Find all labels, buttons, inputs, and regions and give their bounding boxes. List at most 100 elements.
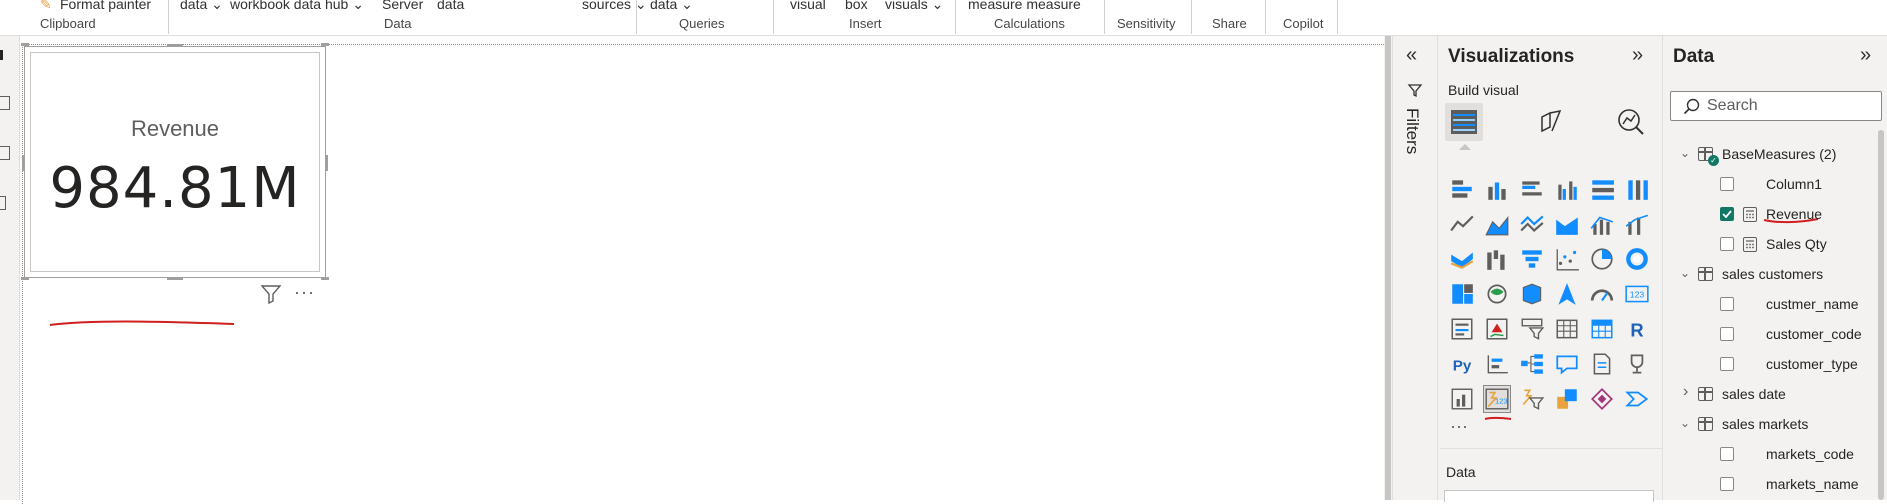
field-node[interactable]: markets_code [1680, 444, 1885, 466]
kpi-icon[interactable] [1484, 316, 1510, 342]
azure-map-icon[interactable] [1554, 281, 1580, 307]
build-visual-tab[interactable] [1445, 103, 1483, 141]
field-checkbox[interactable] [1720, 477, 1734, 491]
smart-narrative-icon[interactable] [1589, 351, 1615, 377]
table-icon[interactable] [1554, 316, 1580, 342]
clustered-column-chart-icon[interactable] [1554, 176, 1580, 202]
ribbon-fragment[interactable]: box [845, 0, 868, 12]
resize-handle[interactable] [21, 43, 29, 46]
field-well[interactable] [1444, 490, 1654, 502]
resize-handle[interactable] [21, 277, 29, 280]
more-visuals-ellipsis[interactable]: ··· [1450, 416, 1468, 437]
table-node[interactable]: › sales date [1680, 383, 1885, 406]
card-icon[interactable]: 123 [1624, 281, 1650, 307]
waterfall-chart-icon[interactable] [1484, 246, 1510, 272]
field-checkbox[interactable] [1720, 447, 1734, 461]
stacked-area-chart-icon[interactable] [1519, 211, 1545, 237]
resize-handle[interactable] [321, 277, 329, 280]
multi-row-card-icon[interactable] [1449, 316, 1475, 342]
field-node[interactable]: Column1 [1680, 174, 1885, 196]
table-view-icon[interactable] [0, 96, 10, 110]
table-node[interactable]: ⌄ sales customers [1680, 264, 1885, 286]
field-node[interactable]: Revenue [1680, 204, 1885, 226]
funnel-chart-icon[interactable] [1519, 246, 1545, 272]
search-input[interactable] [1707, 97, 1867, 115]
field-node[interactable]: custmer_name [1680, 294, 1885, 316]
r-visual-icon[interactable]: R [1624, 316, 1650, 342]
visual-filter-icon[interactable] [260, 284, 282, 304]
ribbon-fragment[interactable]: data ⌄ [650, 0, 693, 13]
filters-pane[interactable] [1392, 36, 1438, 500]
report-view-icon[interactable] [0, 50, 3, 60]
resize-handle[interactable] [321, 43, 329, 46]
map-icon[interactable] [1484, 281, 1510, 307]
field-node[interactable]: customer_type [1680, 354, 1885, 376]
resize-handle[interactable] [167, 44, 183, 47]
format-painter-icon[interactable]: ✎ [40, 0, 52, 13]
power-automate-icon[interactable] [1589, 386, 1615, 412]
chevron-right-icon[interactable]: › [1683, 383, 1688, 401]
ribbon-fragment[interactable]: Format painter [60, 0, 151, 12]
model-view-icon[interactable] [0, 146, 10, 160]
power-apps-icon[interactable] [1554, 386, 1580, 412]
100-stacked-column-chart-icon[interactable] [1624, 176, 1650, 202]
stacked-bar-chart-icon[interactable] [1449, 176, 1475, 202]
collapse-data-icon[interactable]: » [1860, 44, 1871, 67]
field-checkbox[interactable] [1720, 237, 1734, 251]
clustered-bar-chart-icon[interactable] [1519, 176, 1545, 202]
ribbon-chart-icon[interactable] [1449, 246, 1475, 272]
analytics-tab[interactable] [1612, 103, 1650, 141]
expand-filters-icon[interactable]: « [1406, 44, 1417, 67]
matrix-icon[interactable] [1589, 316, 1615, 342]
format-visual-tab[interactable] [1532, 103, 1570, 141]
pie-chart-icon[interactable] [1589, 246, 1615, 272]
ribbon-fragment[interactable]: data ⌄ [180, 0, 223, 13]
decomposition-tree-icon[interactable] [1519, 351, 1545, 377]
more-options-icon[interactable]: ··· [294, 282, 315, 303]
metrics-icon[interactable] [1624, 351, 1650, 377]
field-checkbox[interactable] [1720, 177, 1734, 191]
field-checkbox[interactable] [1720, 297, 1734, 311]
filled-map-icon[interactable] [1519, 281, 1545, 307]
100-stacked-bar-chart-icon[interactable] [1589, 176, 1615, 202]
data-search-box[interactable] [1670, 91, 1882, 121]
treemap-icon[interactable] [1449, 281, 1475, 307]
gauge-icon[interactable] [1589, 281, 1615, 307]
chevron-down-icon[interactable]: ⌄ [1680, 146, 1690, 160]
new-card-icon[interactable]: 123 [1483, 385, 1511, 413]
line-clustered-column-icon[interactable] [1624, 211, 1650, 237]
filters-label[interactable]: Filters [1402, 108, 1422, 154]
ribbon-fragment[interactable]: visuals ⌄ [885, 0, 943, 13]
donut-chart-icon[interactable] [1624, 246, 1650, 272]
chevron-down-icon[interactable]: ⌄ [1680, 416, 1690, 430]
qa-icon[interactable] [1554, 351, 1580, 377]
field-checkbox[interactable] [1720, 327, 1734, 341]
dax-query-view-icon[interactable] [0, 196, 6, 210]
resize-handle[interactable] [167, 277, 183, 280]
ribbon-fragment[interactable]: data [437, 0, 464, 12]
resize-handle[interactable] [22, 155, 25, 171]
ribbon-fragment[interactable]: measure measure [968, 0, 1081, 12]
python-visual-icon[interactable]: Py [1449, 351, 1475, 377]
ribbon-fragment[interactable]: visual [790, 0, 826, 12]
stacked-column-chart-icon[interactable] [1484, 176, 1510, 202]
table-node[interactable]: ⌄ sales markets [1680, 414, 1885, 436]
table-node[interactable]: ⌄ ✓ BaseMeasures (2) [1680, 144, 1885, 166]
key-influencers-icon[interactable] [1484, 351, 1510, 377]
slicer-icon[interactable] [1519, 316, 1545, 342]
100-stacked-area-chart-icon[interactable] [1554, 211, 1580, 237]
field-node[interactable]: Sales Qty [1680, 234, 1885, 256]
area-chart-icon[interactable] [1484, 211, 1510, 237]
more-visuals-icon[interactable] [1624, 386, 1650, 412]
field-node[interactable]: markets_name [1680, 474, 1885, 496]
field-checkbox[interactable] [1720, 357, 1734, 371]
field-node[interactable]: customer_code [1680, 324, 1885, 346]
ribbon-fragment[interactable]: Server [382, 0, 423, 12]
scatter-chart-icon[interactable] [1554, 246, 1580, 272]
resize-handle[interactable] [325, 155, 328, 171]
field-checkbox[interactable] [1720, 207, 1734, 221]
canvas-scrollbar-thumb[interactable] [1385, 36, 1391, 500]
chevron-down-icon[interactable]: ⌄ [1680, 266, 1690, 280]
new-slicer-icon[interactable] [1519, 386, 1545, 412]
collapse-visualizations-icon[interactable]: » [1632, 44, 1643, 67]
